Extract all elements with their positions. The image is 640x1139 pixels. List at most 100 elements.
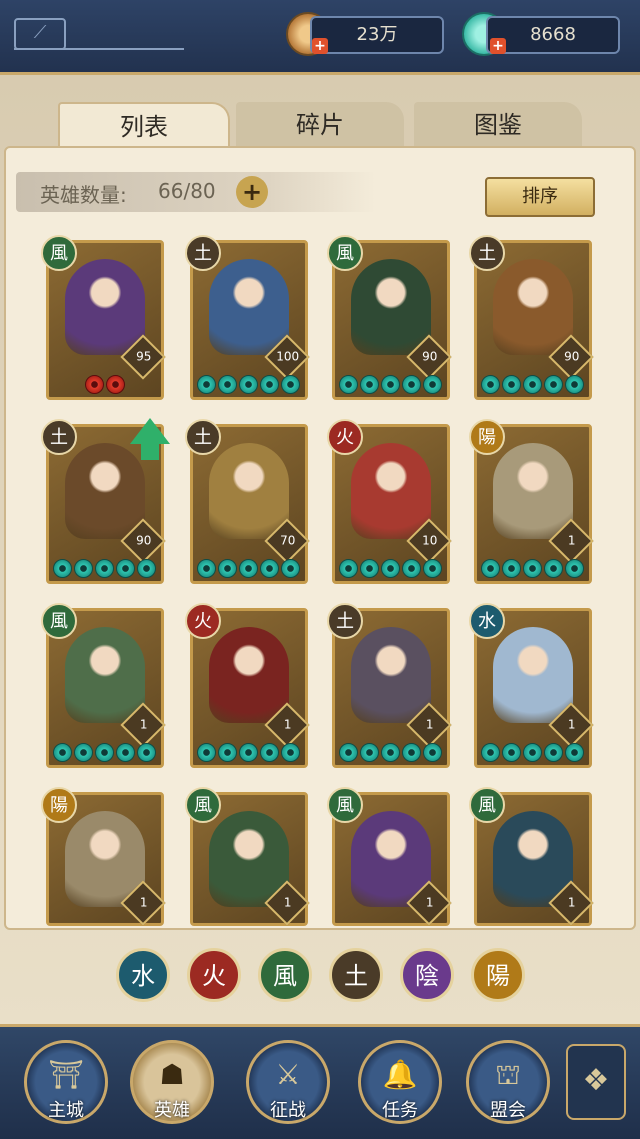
level-value: 1 bbox=[425, 717, 434, 732]
hero-portrait bbox=[493, 259, 573, 355]
star-row bbox=[85, 375, 191, 395]
star-icon bbox=[95, 743, 114, 762]
star-icon bbox=[502, 375, 521, 394]
nav-campaign-label: 征战 bbox=[270, 1100, 306, 1121]
hero-card[interactable]: 風 95 bbox=[41, 235, 166, 400]
nav-main-city-label: 主城 bbox=[48, 1100, 84, 1121]
star-icon bbox=[502, 559, 521, 578]
level-value: 1 bbox=[425, 895, 434, 910]
star-icon bbox=[260, 559, 279, 578]
filter-yin-button[interactable]: 陰 bbox=[400, 948, 454, 1002]
element-badge: 風 bbox=[327, 787, 363, 823]
filter-fire-button[interactable]: 火 bbox=[187, 948, 241, 1002]
level-value: 1 bbox=[283, 895, 292, 910]
element-badge: 陽 bbox=[41, 787, 77, 823]
star-icon bbox=[381, 743, 400, 762]
expand-slots-button[interactable]: + bbox=[236, 176, 268, 208]
hero-card[interactable]: 土 100 bbox=[185, 235, 310, 400]
back-button[interactable]: ⟋ bbox=[14, 18, 66, 50]
hero-card[interactable]: 陽1 bbox=[469, 419, 594, 584]
hero-count-label: 英雄数量: bbox=[40, 183, 127, 207]
filter-earth-button[interactable]: 土 bbox=[329, 948, 383, 1002]
level-value: 1 bbox=[567, 533, 576, 548]
level-value: 90 bbox=[564, 349, 580, 364]
hero-card[interactable]: 風1 bbox=[327, 787, 452, 926]
hero-card[interactable]: 土1 bbox=[327, 603, 452, 768]
star-icon bbox=[74, 559, 93, 578]
level-value: 1 bbox=[139, 895, 148, 910]
add-gem-button[interactable]: + bbox=[490, 38, 506, 54]
filter-yang-button[interactable]: 陽 bbox=[471, 948, 525, 1002]
star-icon bbox=[481, 375, 500, 394]
element-badge: 陽 bbox=[469, 419, 505, 455]
star-icon bbox=[381, 559, 400, 578]
hero-card[interactable]: 火 10 bbox=[327, 419, 452, 584]
star-icon bbox=[502, 743, 521, 762]
star-row bbox=[339, 743, 445, 763]
star-row bbox=[53, 743, 159, 763]
star-row bbox=[481, 559, 587, 579]
castle-icon: ⛩ bbox=[48, 1058, 84, 1091]
hero-card[interactable]: 風1 bbox=[469, 787, 594, 926]
star-icon bbox=[85, 375, 104, 394]
star-icon bbox=[116, 743, 135, 762]
hero-card[interactable]: 風1 bbox=[185, 787, 310, 926]
star-icon bbox=[281, 743, 300, 762]
star-icon bbox=[106, 375, 125, 394]
add-coin-button[interactable]: + bbox=[312, 38, 328, 54]
hero-card[interactable]: 火1 bbox=[185, 603, 310, 768]
star-icon bbox=[197, 375, 216, 394]
hero-portrait bbox=[351, 627, 431, 723]
tab-codex[interactable]: 图鉴 bbox=[414, 102, 582, 148]
star-icon bbox=[95, 559, 114, 578]
star-icon bbox=[137, 743, 156, 762]
hero-card[interactable]: 風1 bbox=[41, 603, 166, 768]
tab-fragments[interactable]: 碎片 bbox=[236, 102, 404, 148]
element-badge: 風 bbox=[185, 787, 221, 823]
star-icon bbox=[239, 375, 258, 394]
hero-portrait bbox=[493, 443, 573, 539]
tab-list[interactable]: 列表 bbox=[58, 102, 230, 150]
filter-wind-button[interactable]: 風 bbox=[258, 948, 312, 1002]
star-row bbox=[197, 559, 303, 579]
nav-guild-label: 盟会 bbox=[490, 1100, 526, 1121]
element-badge: 土 bbox=[469, 235, 505, 271]
hero-card[interactable]: 陽1 bbox=[41, 787, 166, 926]
star-icon bbox=[239, 559, 258, 578]
star-icon bbox=[565, 375, 584, 394]
star-icon bbox=[239, 743, 258, 762]
level-value: 95 bbox=[136, 349, 152, 364]
hero-portrait bbox=[209, 627, 289, 723]
element-badge: 土 bbox=[327, 603, 363, 639]
star-icon bbox=[137, 559, 156, 578]
star-icon bbox=[281, 375, 300, 394]
hero-card[interactable]: 風 90 bbox=[327, 235, 452, 400]
star-icon bbox=[260, 743, 279, 762]
star-icon bbox=[116, 559, 135, 578]
filter-water-button[interactable]: 水 bbox=[116, 948, 170, 1002]
star-icon bbox=[544, 559, 563, 578]
hero-portrait bbox=[493, 627, 573, 723]
star-icon bbox=[544, 375, 563, 394]
star-icon bbox=[218, 375, 237, 394]
star-icon bbox=[423, 559, 442, 578]
sort-button[interactable]: 排序 bbox=[485, 177, 595, 217]
star-icon bbox=[481, 559, 500, 578]
hero-card[interactable]: 土 90 bbox=[469, 235, 594, 400]
hero-card[interactable]: 水1 bbox=[469, 603, 594, 768]
element-badge: 火 bbox=[185, 603, 221, 639]
gem-amount: 8668 bbox=[530, 24, 576, 45]
guild-icon: ⛫ bbox=[495, 1058, 521, 1091]
level-value: 90 bbox=[422, 349, 438, 364]
menu-flower-icon[interactable]: ❖ bbox=[566, 1044, 626, 1120]
bell-icon: 🔔 bbox=[382, 1058, 418, 1091]
hero-count-value: 66/80 bbox=[158, 179, 216, 203]
element-badge: 火 bbox=[327, 419, 363, 455]
nav-quests-label: 任务 bbox=[382, 1100, 418, 1121]
star-icon bbox=[360, 559, 379, 578]
hero-card[interactable]: 土 70 bbox=[185, 419, 310, 584]
star-icon bbox=[565, 559, 584, 578]
star-icon bbox=[523, 375, 542, 394]
hero-icon: ☗ bbox=[159, 1058, 185, 1091]
star-icon bbox=[402, 375, 421, 394]
